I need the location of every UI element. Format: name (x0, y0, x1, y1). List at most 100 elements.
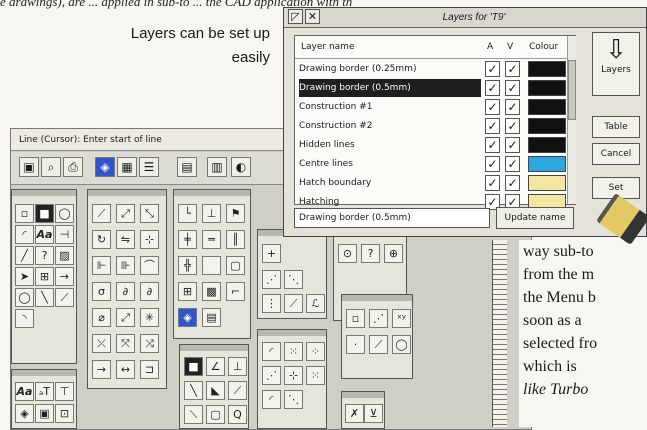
solid-fill-icon[interactable]: ■ (184, 357, 203, 376)
copy-icon[interactable]: ⊪ (116, 256, 135, 275)
colour-swatch[interactable] (528, 175, 566, 191)
layer-row[interactable]: Centre lines ✓ ✓ (295, 155, 566, 173)
colour-swatch[interactable] (528, 137, 566, 153)
layers-button[interactable]: ⇩ Layers (592, 32, 640, 96)
dot-icon[interactable]: · (346, 335, 365, 354)
layer-row[interactable]: Construction #1 ✓ ✓ (295, 98, 566, 116)
active-checkbox[interactable]: ✓ (485, 61, 500, 77)
lq-icon[interactable]: ℒ (306, 294, 325, 313)
text-tool-icon[interactable]: Aa (15, 382, 34, 401)
visible-checkbox[interactable]: ✓ (505, 175, 520, 191)
colour-swatch[interactable] (528, 61, 566, 77)
dots-icon[interactable]: ⋰ (262, 366, 281, 385)
colour-swatch[interactable] (528, 80, 566, 96)
calculator-icon[interactable]: ▥ (207, 157, 227, 177)
visible-checkbox[interactable]: ✓ (505, 137, 520, 153)
pointer-icon[interactable]: ➤ (15, 267, 34, 286)
snap-icon[interactable]: ⊞ (35, 267, 54, 286)
fold-icon[interactable]: ⊻ (364, 404, 383, 423)
visible-checkbox[interactable]: ✓ (505, 61, 520, 77)
node2-icon[interactable]: ⋱ (284, 270, 303, 289)
dotted-box2-icon[interactable]: ⁘ (306, 342, 325, 361)
column-icon[interactable]: ║ (226, 230, 245, 249)
cross-icon[interactable]: ╪ (178, 230, 197, 249)
dotted-box-icon[interactable]: ⁙ (284, 342, 303, 361)
frame-tool-icon[interactable]: ⊞ (178, 282, 197, 301)
bracket-icon[interactable]: ⊐ (140, 360, 159, 379)
tee-icon[interactable]: ⊥ (202, 204, 221, 223)
cancel-button[interactable]: Cancel (592, 143, 640, 165)
layer-row[interactable]: Drawing border (0.5mm) ✓ ✓ (295, 79, 566, 97)
active-checkbox[interactable]: ✓ (485, 156, 500, 172)
fill-tool-icon[interactable]: ■ (35, 204, 54, 223)
break-icon[interactable]: ⌀ (92, 308, 111, 327)
active-checkbox[interactable]: ✓ (485, 137, 500, 153)
layer-name-input[interactable]: Drawing border (0.5mm) (294, 208, 490, 228)
measure-icon[interactable]: ⤫ (92, 334, 111, 353)
angle-icon[interactable]: ∠ (206, 357, 225, 376)
circle-tool-icon[interactable]: ◯ (55, 204, 74, 223)
plus-icon[interactable]: + (262, 244, 281, 263)
mid-icon[interactable]: ⟋ (284, 294, 303, 313)
dialog-titlebar[interactable]: ◸ ✕ Layers for 'T9' (284, 8, 646, 28)
mirror-icon[interactable]: ⇋ (116, 230, 135, 249)
back-icon[interactable]: ◸ (288, 9, 303, 24)
corner-tool-icon[interactable]: ⌐ (226, 282, 245, 301)
layer-row[interactable]: Construction #2 ✓ ✓ (295, 117, 566, 135)
active-checkbox[interactable]: ✓ (485, 175, 500, 191)
corner-icon[interactable]: └ (178, 204, 197, 223)
frame-icon[interactable]: ⊡ (55, 404, 74, 423)
list-icon[interactable]: ☰ (139, 157, 159, 177)
perpendicular-icon[interactable]: ⊥ (228, 357, 247, 376)
visible-checkbox[interactable]: ✓ (505, 80, 520, 96)
close-icon[interactable]: ✕ (305, 9, 320, 24)
node-icon[interactable]: ⋰ (262, 270, 281, 289)
flag-icon[interactable]: ⚑ (226, 204, 245, 223)
circle-q-icon[interactable]: ? (361, 244, 380, 263)
spline-icon[interactable]: ⋱ (284, 390, 303, 409)
layer-row[interactable]: Hatch boundary ✓ ✓ (295, 174, 566, 192)
dots2-icon[interactable]: ⊹ (284, 366, 303, 385)
layer-tool-icon[interactable]: ◈ (178, 308, 197, 327)
offset-icon[interactable]: ⤡ (140, 204, 159, 223)
ratio-icon[interactable]: ˣʸ (392, 309, 411, 328)
colour-swatch[interactable] (528, 99, 566, 115)
layers-icon[interactable]: ◈ (95, 157, 115, 177)
colour-swatch[interactable] (528, 156, 566, 172)
stretch-icon[interactable]: ∂ (116, 282, 135, 301)
tangent-icon[interactable]: ◣ (206, 381, 225, 400)
extend-icon[interactable]: ⤢ (116, 204, 135, 223)
diag-line-icon[interactable]: ╲ (184, 381, 203, 400)
help-tool-icon[interactable]: ? (35, 246, 54, 265)
symbol-icon[interactable]: ◈ (15, 404, 34, 423)
fillet-icon[interactable]: ⌒ (140, 256, 159, 275)
visible-checkbox[interactable]: ✓ (505, 156, 520, 172)
bitmap-icon[interactable]: ▩ (202, 282, 221, 301)
table-icon[interactable]: ▤ (177, 157, 197, 177)
bezier-icon[interactable]: ◜ (262, 390, 281, 409)
point-icon[interactable]: ▫ (346, 309, 365, 328)
circle-small-icon[interactable]: ◯ (392, 335, 411, 354)
slash-icon[interactable]: ⟋ (369, 335, 388, 354)
double-line-icon[interactable]: ═ (202, 230, 221, 249)
rectangle-icon[interactable]: ▢ (206, 405, 225, 424)
blank-icon[interactable] (202, 256, 221, 275)
array-icon[interactable]: ⊹ (140, 230, 159, 249)
text-tool-icon[interactable]: Aa (35, 225, 54, 244)
hatch-tool-icon[interactable]: ▨ (55, 246, 74, 265)
circle-grid-icon[interactable]: ⊙ (338, 244, 357, 263)
save-icon[interactable]: ▣ (19, 157, 39, 177)
dimension-tool-icon[interactable]: ⊣ (55, 225, 74, 244)
vertex-icon[interactable]: ⋮ (262, 294, 281, 313)
slope-icon[interactable]: ⟋ (228, 381, 247, 400)
colour-swatch[interactable] (528, 118, 566, 134)
select-tool-icon[interactable]: ▫ (15, 204, 34, 223)
plus-circle-icon[interactable]: ⊕ (384, 244, 403, 263)
trim-icon[interactable]: ⟋ (92, 204, 111, 223)
line-style-icon[interactable]: ╱ (15, 246, 34, 265)
insert-icon[interactable]: ▢ (226, 256, 245, 275)
layer-row[interactable]: Hidden lines ✓ ✓ (295, 136, 566, 154)
layer-list-scrollbar[interactable] (567, 36, 576, 204)
stamp-icon[interactable]: ▣ (35, 404, 54, 423)
join-icon[interactable]: ⤢ (116, 308, 135, 327)
